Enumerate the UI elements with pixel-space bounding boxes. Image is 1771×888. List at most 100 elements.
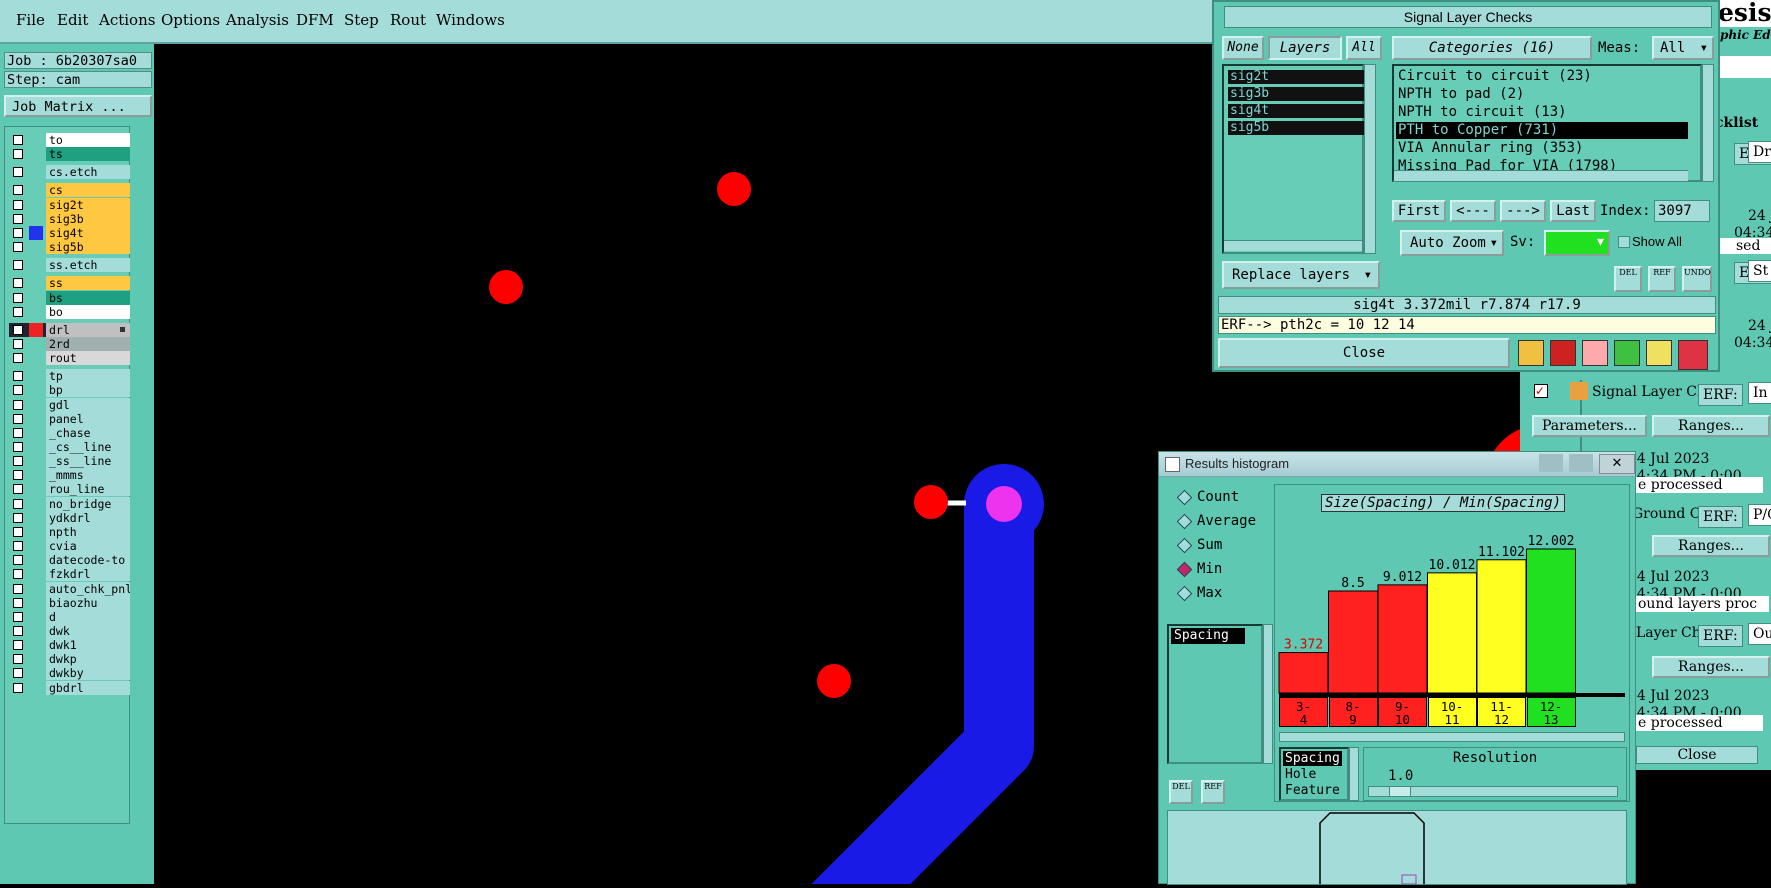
layer-row[interactable]: no_bridge <box>9 496 130 511</box>
layer-color-swatch[interactable] <box>29 147 43 161</box>
radio-count[interactable] <box>1176 489 1193 506</box>
layer-checkbox[interactable] <box>13 278 23 289</box>
close-button[interactable]: Close <box>1218 338 1510 368</box>
histogram-bar[interactable] <box>1427 572 1477 694</box>
layer-row[interactable]: fzkdrl <box>9 567 130 582</box>
radio-max[interactable] <box>1176 585 1193 602</box>
layer-row[interactable]: sig3b <box>9 211 130 226</box>
checklist-item-layer[interactable]: Layer Ch <box>1636 625 1701 641</box>
histogram-bar[interactable] <box>1377 584 1428 694</box>
layer-color-swatch[interactable] <box>29 624 43 638</box>
layer-row[interactable]: auto_chk_pnl <box>9 581 130 596</box>
checklist-close-button[interactable]: Close <box>1636 746 1758 764</box>
meas-select[interactable]: All ▾ <box>1652 36 1714 60</box>
ref-icon[interactable]: REF <box>1648 266 1676 292</box>
menu-windows[interactable]: Windows <box>436 11 505 29</box>
categories-button[interactable]: Categories (16) <box>1392 36 1592 60</box>
index-input[interactable]: 3097 <box>1654 200 1710 222</box>
undo-icon[interactable]: UNDO <box>1682 266 1712 292</box>
show-all-checkbox[interactable] <box>1618 236 1630 248</box>
layer-color-swatch[interactable] <box>29 454 43 468</box>
layer-checkbox[interactable] <box>13 682 23 693</box>
layer-checkbox[interactable] <box>13 583 23 594</box>
layer-checkbox[interactable] <box>13 371 23 382</box>
layer-row[interactable]: bp <box>9 383 130 398</box>
radio-sum[interactable] <box>1176 537 1193 554</box>
layer-row[interactable]: bo <box>9 304 130 319</box>
check-mark-icon[interactable]: ✓ <box>1534 384 1548 398</box>
layer-color-swatch[interactable] <box>29 383 43 397</box>
spacing-vscrollbar[interactable] <box>1263 624 1273 764</box>
layer-row[interactable]: ss.etch <box>9 258 130 273</box>
layer-checkbox[interactable] <box>13 498 23 509</box>
layer-color-swatch[interactable] <box>29 322 43 337</box>
tool-icon-5[interactable] <box>1646 340 1672 366</box>
layer-row[interactable]: biaozhu <box>9 595 130 610</box>
layer-color-swatch[interactable] <box>29 553 43 567</box>
layer-color-swatch[interactable] <box>29 539 43 553</box>
layer-color-swatch[interactable] <box>29 567 43 581</box>
layer-color-swatch[interactable] <box>29 638 43 652</box>
radio-min[interactable] <box>1176 561 1193 578</box>
all-button[interactable]: All <box>1346 36 1382 60</box>
layer-row[interactable]: ts <box>9 147 130 162</box>
res-vscrollbar[interactable] <box>1349 747 1359 801</box>
layers-vscrollbar[interactable] <box>1364 64 1376 254</box>
hist-del-icon[interactable]: DEL <box>1169 780 1193 804</box>
layer-row[interactable]: dwk1 <box>9 638 130 653</box>
layer-color-swatch[interactable] <box>29 225 43 240</box>
layer-checkbox[interactable] <box>13 597 23 608</box>
tool-icon-3[interactable] <box>1582 340 1608 366</box>
menu-edit[interactable]: Edit <box>57 11 88 29</box>
menu-rout[interactable]: Rout <box>390 11 426 29</box>
layer-color-swatch[interactable] <box>29 240 43 254</box>
layer-checkbox[interactable] <box>13 484 23 495</box>
erf-button-5[interactable]: ERF: <box>1698 625 1743 647</box>
none-button[interactable]: None <box>1222 36 1264 60</box>
layer-item[interactable]: sig2t <box>1228 70 1366 84</box>
layer-color-swatch[interactable] <box>29 681 43 695</box>
layer-row[interactable]: gdl <box>9 397 130 412</box>
ranges-button[interactable]: Ranges... <box>1652 415 1771 437</box>
layer-row[interactable]: bs <box>9 290 130 305</box>
menu-analysis[interactable]: Analysis <box>226 11 289 29</box>
layer-color-swatch[interactable] <box>29 258 43 272</box>
categories-vscrollbar[interactable] <box>1702 64 1714 182</box>
layer-row[interactable]: dwk <box>9 623 130 638</box>
layer-item[interactable]: sig5b <box>1228 121 1366 135</box>
layer-checkbox[interactable] <box>13 149 23 160</box>
category-item-selected[interactable]: PTH to Copper (731) <box>1396 122 1688 139</box>
layer-checkbox[interactable] <box>13 324 23 335</box>
layer-color-swatch[interactable] <box>29 183 43 197</box>
histogram-bar[interactable] <box>1526 548 1576 694</box>
layer-row[interactable]: sig2t <box>9 197 130 212</box>
sv-select[interactable]: ▾ <box>1544 230 1610 256</box>
layer-row[interactable]: ydkdrl <box>9 510 130 525</box>
minimize-button[interactable] <box>1539 454 1563 472</box>
layer-checkbox[interactable] <box>13 306 23 317</box>
resolution-slider[interactable] <box>1368 786 1618 797</box>
layer-color-swatch[interactable] <box>29 426 43 440</box>
layer-row[interactable]: dwkby <box>9 666 130 681</box>
layer-checkbox[interactable] <box>13 442 23 452</box>
layer-color-swatch[interactable] <box>29 212 43 226</box>
layer-color-swatch[interactable] <box>29 525 43 539</box>
ranges-button-3[interactable]: Ranges... <box>1652 656 1771 678</box>
layer-checkbox[interactable] <box>13 292 23 303</box>
layer-checkbox[interactable] <box>13 242 23 253</box>
layer-color-swatch[interactable] <box>29 666 43 680</box>
layer-row[interactable]: rou_line <box>9 482 130 497</box>
layer-row[interactable]: d <box>9 609 130 624</box>
layer-color-swatch[interactable] <box>29 482 43 496</box>
res-item-feature[interactable]: Feature <box>1283 783 1342 798</box>
first-button[interactable]: First <box>1392 200 1446 222</box>
layer-checkbox[interactable] <box>13 413 23 424</box>
layer-row[interactable]: _ss__line <box>9 454 130 469</box>
maximize-button[interactable] <box>1569 454 1593 472</box>
resolution-slider-thumb[interactable] <box>1389 787 1411 796</box>
layer-checkbox[interactable] <box>13 555 23 566</box>
layer-row[interactable]: gbdrl <box>9 680 130 695</box>
layer-checkbox[interactable] <box>13 640 23 651</box>
layer-row[interactable]: _chase <box>9 425 130 440</box>
layer-checkbox[interactable] <box>13 456 23 467</box>
